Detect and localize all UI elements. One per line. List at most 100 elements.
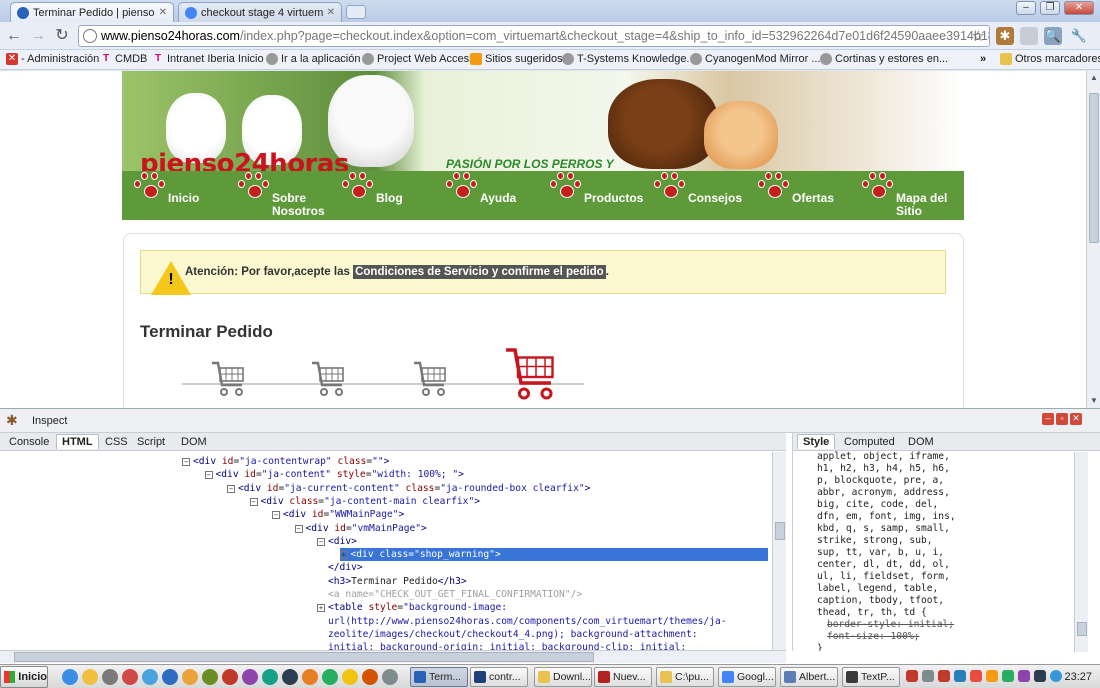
- devtools-tab-css[interactable]: CSS: [100, 435, 133, 449]
- devtools-detach-button[interactable]: ▫: [1056, 413, 1068, 425]
- other-bookmarks[interactable]: Otros marcadores: [1000, 53, 1100, 65]
- quicklaunch-icon[interactable]: [182, 669, 198, 685]
- tray-icon[interactable]: [954, 670, 966, 682]
- bookmark-cmdb[interactable]: T CMDB: [100, 53, 147, 65]
- quicklaunch-icon[interactable]: [202, 669, 218, 685]
- minimize-button[interactable]: –: [1016, 1, 1036, 15]
- html-tree-scrollbar[interactable]: [772, 452, 786, 652]
- collapse-icon[interactable]: −: [294, 524, 303, 533]
- ie-icon[interactable]: [62, 669, 78, 685]
- task-button[interactable]: contr...: [470, 667, 528, 687]
- task-button[interactable]: Downl...: [534, 667, 592, 687]
- scroll-up-icon[interactable]: ▲: [1087, 71, 1100, 85]
- scrollbar-thumb[interactable]: [1077, 622, 1087, 636]
- quicklaunch-icon[interactable]: [282, 669, 298, 685]
- close-window-button[interactable]: ✕: [1064, 1, 1094, 15]
- tray-icon[interactable]: [906, 670, 918, 682]
- bookmarks-overflow-button[interactable]: »: [980, 53, 986, 65]
- bookmark-aplicacion[interactable]: Ir a la aplicación: [266, 53, 361, 65]
- bookmark-star-icon[interactable]: ☆: [972, 27, 985, 45]
- zoom-extension-icon[interactable]: 🔍: [1044, 27, 1062, 45]
- collapse-icon[interactable]: −: [182, 458, 190, 466]
- tree-node[interactable]: − <div id="vmMainPage">: [294, 522, 427, 535]
- tree-node[interactable]: + <div class="shop_warning">: [339, 548, 768, 562]
- bookmark-intranet[interactable]: T Intranet Iberia Inicio: [152, 53, 264, 65]
- devtools-close-button[interactable]: ✕: [1070, 413, 1082, 425]
- style-pane[interactable]: applet, object, iframe, h1, h2, h3, h4, h…: [792, 451, 1074, 651]
- page-scrollbar[interactable]: ▲ ▼: [1086, 71, 1100, 408]
- quicklaunch-icon[interactable]: [122, 669, 138, 685]
- maximize-button[interactable]: ❐: [1040, 1, 1060, 15]
- css-overridden-rule[interactable]: border-style: initial;: [817, 619, 1074, 631]
- tab-checkout-stage[interactable]: checkout stage 4 virtuemart co ✕: [178, 2, 342, 22]
- task-button[interactable]: Googl...: [718, 667, 776, 687]
- reload-button[interactable]: ↻: [52, 26, 72, 46]
- tray-icon[interactable]: [922, 670, 934, 682]
- quicklaunch-icon[interactable]: [382, 669, 398, 685]
- tree-node[interactable]: <a name="CHECK_OUT_GET_FINAL_CONFIRMATIO…: [317, 588, 582, 601]
- quicklaunch-icon[interactable]: [242, 669, 258, 685]
- extension-icon[interactable]: [1020, 27, 1038, 45]
- tab-terminar-pedido[interactable]: Terminar Pedido | pienso24hor ✕: [10, 2, 174, 22]
- nav-item-consejos[interactable]: Consejos: [652, 171, 752, 220]
- tray-icon[interactable]: [986, 670, 998, 682]
- collapse-icon[interactable]: −: [227, 484, 235, 493]
- tree-node[interactable]: <h3>Terminar Pedido</h3>: [317, 575, 467, 588]
- nav-item-inicio[interactable]: Inicio: [132, 171, 232, 220]
- quicklaunch-icon[interactable]: [262, 669, 278, 685]
- tree-node[interactable]: − <div id="WWMainPage">: [272, 508, 404, 521]
- quicklaunch-icon[interactable]: [362, 669, 378, 685]
- firebug-icon[interactable]: ✱: [996, 27, 1014, 45]
- side-tab-computed[interactable]: Computed: [839, 435, 900, 449]
- new-tab-button[interactable]: [346, 5, 366, 19]
- tray-icon[interactable]: [1050, 670, 1062, 682]
- style-pane-scrollbar[interactable]: [1074, 452, 1088, 652]
- collapse-icon[interactable]: −: [317, 537, 325, 546]
- bookmark-project-web-access[interactable]: Project Web Access: [362, 53, 475, 65]
- tree-node[interactable]: zeolite/images/checkout/checkout4_4.png)…: [317, 628, 698, 641]
- start-button[interactable]: Inicio: [0, 666, 48, 688]
- quicklaunch-icon[interactable]: [322, 669, 338, 685]
- wrench-icon[interactable]: 🔧: [1070, 27, 1088, 45]
- bookmark-sitios-sugeridos[interactable]: Sitios sugeridos: [470, 53, 563, 65]
- devtools-tab-dom[interactable]: DOM: [176, 435, 212, 449]
- quicklaunch-icon[interactable]: [142, 669, 158, 685]
- tree-node[interactable]: + <table style="background-image:: [317, 601, 507, 614]
- tree-node[interactable]: − <div>: [317, 535, 357, 548]
- quicklaunch-icon[interactable]: [222, 669, 238, 685]
- terms-link[interactable]: Condiciones de Servicio y confirme el pe…: [353, 265, 606, 279]
- quicklaunch-icon[interactable]: [162, 669, 178, 685]
- scrollbar-thumb[interactable]: [14, 652, 594, 662]
- quicklaunch-icon[interactable]: [102, 669, 118, 685]
- task-button[interactable]: Nuev...: [594, 667, 652, 687]
- side-tab-style[interactable]: Style: [797, 434, 836, 449]
- collapse-icon[interactable]: −: [204, 471, 213, 480]
- tray-icon[interactable]: [1034, 670, 1046, 682]
- html-tree[interactable]: − <div id="ja-contentwrap" class=""> − <div…: [0, 451, 772, 651]
- bookmark-cortinas[interactable]: Cortinas y estores en...: [820, 53, 948, 65]
- quicklaunch-icon[interactable]: [82, 669, 98, 685]
- tree-node[interactable]: url(http://www.pienso24horas.com/compone…: [317, 615, 727, 628]
- close-icon[interactable]: ✕: [327, 7, 335, 18]
- tray-icon[interactable]: [938, 670, 950, 682]
- devtools-minimize-button[interactable]: –: [1042, 413, 1054, 425]
- expand-icon[interactable]: +: [339, 551, 348, 560]
- devtools-tab-console[interactable]: Console: [4, 435, 54, 449]
- nav-item-ayuda[interactable]: Ayuda: [444, 171, 544, 220]
- quicklaunch-icon[interactable]: [302, 669, 318, 685]
- expand-icon[interactable]: +: [317, 604, 325, 613]
- forward-button[interactable]: →: [28, 26, 48, 46]
- tree-node[interactable]: </div>: [317, 561, 363, 574]
- bookmark-administracion[interactable]: ✕ - Administración: [6, 53, 99, 65]
- task-button[interactable]: Term...: [410, 667, 468, 687]
- tree-node[interactable]: − <div class="ja-content-main clearfix">: [249, 495, 480, 508]
- scrollbar-thumb[interactable]: [775, 522, 785, 540]
- close-icon[interactable]: ✕: [159, 7, 167, 18]
- devtools-tab-html[interactable]: HTML: [56, 434, 99, 449]
- nav-item-blog[interactable]: Blog: [340, 171, 440, 220]
- nav-item-productos[interactable]: Productos: [548, 171, 648, 220]
- nav-item-ofertas[interactable]: Ofertas: [756, 171, 856, 220]
- quicklaunch-icon[interactable]: [342, 669, 358, 685]
- address-bar[interactable]: www.pienso24horas.com/index.php?page=che…: [78, 25, 990, 47]
- tray-icon[interactable]: [1002, 670, 1014, 682]
